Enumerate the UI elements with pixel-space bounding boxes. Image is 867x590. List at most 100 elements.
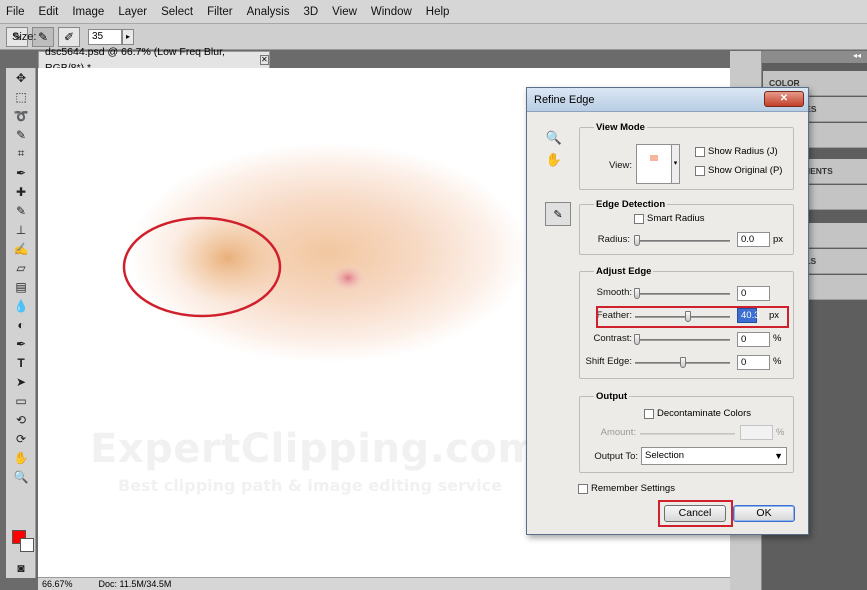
- dodge-tool-icon[interactable]: ◐: [8, 315, 34, 334]
- radius-slider-thumb[interactable]: [634, 235, 640, 246]
- history-brush-tool-icon[interactable]: ✍: [8, 239, 34, 258]
- view-mode-thumbnail[interactable]: ▾: [636, 144, 680, 184]
- zoom-icon[interactable]: 🔍: [543, 128, 565, 148]
- blur-tool-icon[interactable]: 💧: [8, 296, 34, 315]
- smooth-input[interactable]: 0: [737, 286, 770, 301]
- contrast-slider[interactable]: [635, 339, 730, 341]
- shift-edge-input[interactable]: 0: [737, 355, 770, 370]
- dialog-tool-icons: 🔍 ✋ ✎: [543, 128, 571, 226]
- radius-label: Radius:: [597, 234, 630, 245]
- path-selection-tool-icon[interactable]: ➤: [8, 372, 34, 391]
- dialog-titlebar[interactable]: Refine Edge ✕: [527, 88, 808, 112]
- view-mode-group: View Mode View: ▾ Show Radius (J) Show O…: [579, 122, 794, 190]
- amount-slider: [640, 433, 735, 435]
- menu-edit[interactable]: Edit: [39, 6, 59, 18]
- show-radius-label: Show Radius (J): [708, 146, 778, 157]
- amount-unit: %: [776, 427, 785, 438]
- watermark-title: ExpertClipping.com: [90, 426, 540, 472]
- output-legend: Output: [596, 391, 628, 402]
- close-document-icon[interactable]: ✕: [259, 55, 269, 65]
- show-radius-checkbox[interactable]: [695, 147, 705, 157]
- shift-edge-unit: %: [773, 356, 782, 367]
- hand-icon[interactable]: ✋: [543, 150, 565, 170]
- view-mode-legend: View Mode: [596, 122, 645, 133]
- contrast-input[interactable]: 0: [737, 332, 770, 347]
- menu-layer[interactable]: Layer: [118, 6, 147, 18]
- output-to-value: Selection: [645, 450, 685, 461]
- zoom-tool-icon[interactable]: 🔍: [8, 467, 34, 486]
- show-original-checkbox[interactable]: [695, 166, 705, 176]
- menu-bar: File Edit Image Layer Select Filter Anal…: [0, 0, 867, 24]
- quick-select-tool-icon[interactable]: ✎: [8, 125, 34, 144]
- menu-analysis[interactable]: Analysis: [247, 6, 290, 18]
- output-group: Output Decontaminate Colors Amount: % Ou…: [579, 391, 794, 473]
- decontaminate-checkbox[interactable]: [644, 409, 654, 419]
- move-tool-icon[interactable]: ✥: [8, 68, 34, 87]
- pen-tool-icon[interactable]: ✒: [8, 334, 34, 353]
- 3d-rotate-tool-icon[interactable]: ⟲: [8, 410, 34, 429]
- feather-highlight-box: [596, 306, 789, 328]
- size-input[interactable]: 35: [88, 28, 122, 45]
- cancel-button[interactable]: Cancel: [664, 505, 726, 522]
- smooth-slider-thumb[interactable]: [634, 288, 640, 299]
- skin-blemish: [330, 264, 366, 292]
- healing-brush-tool-icon[interactable]: ✚: [8, 182, 34, 201]
- shift-edge-slider-thumb[interactable]: [680, 357, 686, 368]
- shift-edge-label: Shift Edge:: [585, 356, 632, 367]
- status-bar: 66.67% Doc: 11.5M/34.5M: [38, 577, 730, 590]
- edge-detection-group: Edge Detection Smart Radius Radius: 0.0 …: [579, 199, 794, 255]
- tools-panel: ✥ ⬚ ➰ ✎ ⌗ ✒ ✚ ✎ ⊥ ✍ ▱ ▤ 💧 ◐ ✒ T ➤ ▭ ⟲ ⟳ …: [6, 68, 36, 578]
- smooth-label: Smooth:: [596, 287, 632, 298]
- quick-mask-icon[interactable]: ◙: [8, 558, 34, 577]
- radius-unit: px: [773, 234, 784, 245]
- menu-window[interactable]: Window: [371, 6, 412, 18]
- adjust-edge-legend: Adjust Edge: [596, 266, 652, 277]
- amount-label: Amount:: [600, 427, 636, 438]
- decontaminate-label: Decontaminate Colors: [657, 408, 751, 419]
- brush-tool-icon[interactable]: ✎: [8, 201, 34, 220]
- radius-input[interactable]: 0.0: [737, 232, 770, 247]
- menu-view[interactable]: View: [332, 6, 357, 18]
- type-tool-icon[interactable]: T: [8, 353, 34, 372]
- marquee-tool-icon[interactable]: ⬚: [8, 87, 34, 106]
- smart-radius-checkbox[interactable]: [634, 214, 644, 224]
- view-label: View:: [608, 160, 632, 171]
- menu-3d[interactable]: 3D: [303, 6, 318, 18]
- chevron-down-icon: ▼: [774, 451, 783, 461]
- menu-file[interactable]: File: [6, 6, 25, 18]
- eraser-tool-icon[interactable]: ▱: [8, 258, 34, 277]
- 3d-orbit-tool-icon[interactable]: ⟳: [8, 429, 34, 448]
- size-spinner-icon[interactable]: ▸: [122, 28, 134, 45]
- dialog-title: Refine Edge: [534, 94, 595, 106]
- eyedropper-tool-icon[interactable]: ✒: [8, 163, 34, 182]
- lasso-tool-icon[interactable]: ➰: [8, 106, 34, 125]
- smooth-slider[interactable]: [635, 293, 730, 295]
- hand-tool-icon[interactable]: ✋: [8, 448, 34, 467]
- ok-button[interactable]: OK: [733, 505, 795, 522]
- contrast-label: Contrast:: [593, 333, 632, 344]
- menu-select[interactable]: Select: [161, 6, 193, 18]
- view-dropdown-icon: ▾: [671, 145, 679, 183]
- watermark-subtitle: Best clipping path & image editing servi…: [118, 476, 503, 495]
- radius-slider[interactable]: [635, 240, 730, 242]
- size-label: Size:: [12, 30, 37, 43]
- clone-stamp-tool-icon[interactable]: ⊥: [8, 220, 34, 239]
- menu-image[interactable]: Image: [72, 6, 104, 18]
- document-tab[interactable]: dsc5644.psd @ 66.7% (Low Freq Blur, RGB/…: [38, 46, 270, 74]
- show-original-label: Show Original (P): [708, 165, 783, 176]
- contrast-slider-thumb[interactable]: [634, 334, 640, 345]
- gradient-tool-icon[interactable]: ▤: [8, 277, 34, 296]
- crop-tool-icon[interactable]: ⌗: [8, 144, 34, 163]
- edge-detection-legend: Edge Detection: [596, 199, 666, 210]
- dialog-close-button[interactable]: ✕: [764, 91, 804, 107]
- menu-filter[interactable]: Filter: [207, 6, 233, 18]
- refine-radius-icon[interactable]: ✎: [545, 202, 571, 226]
- shape-tool-icon[interactable]: ▭: [8, 391, 34, 410]
- zoom-level[interactable]: 66.67%: [42, 579, 73, 589]
- menu-help[interactable]: Help: [426, 6, 450, 18]
- contrast-unit: %: [773, 333, 782, 344]
- refine-edge-dialog: Refine Edge ✕ 🔍 ✋ ✎ View Mode View: ▾ Sh…: [526, 87, 809, 535]
- output-to-select[interactable]: Selection ▼: [641, 447, 787, 465]
- background-color-swatch[interactable]: [20, 538, 34, 552]
- remember-settings-checkbox[interactable]: [578, 484, 588, 494]
